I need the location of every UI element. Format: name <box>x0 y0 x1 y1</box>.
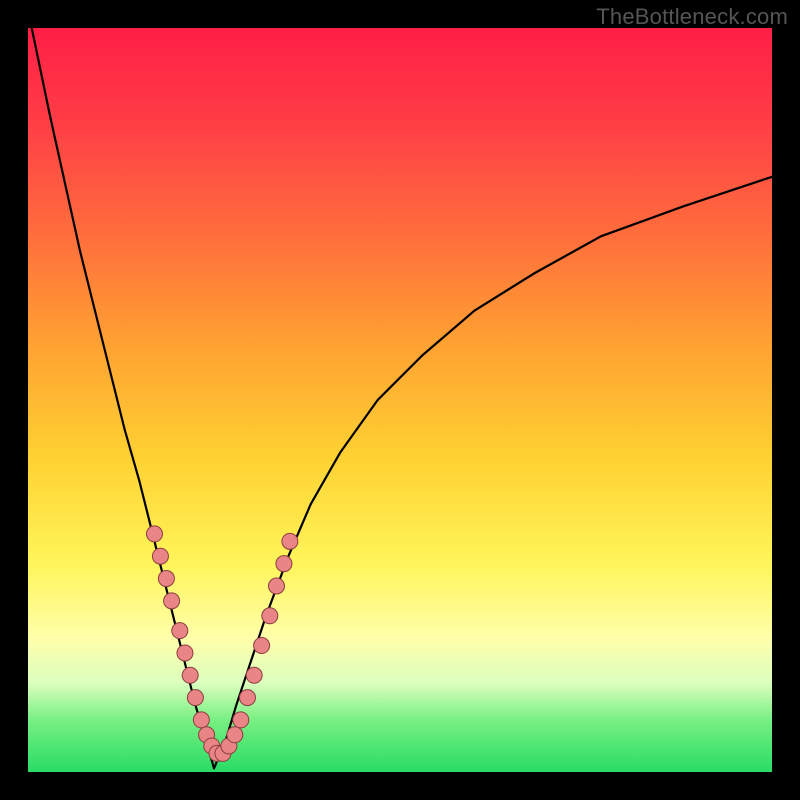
markers <box>146 526 297 761</box>
watermark-text: TheBottleneck.com <box>596 4 788 30</box>
curve-right <box>214 177 772 768</box>
chart-frame: TheBottleneck.com <box>0 0 800 800</box>
chart-svg <box>28 28 772 772</box>
